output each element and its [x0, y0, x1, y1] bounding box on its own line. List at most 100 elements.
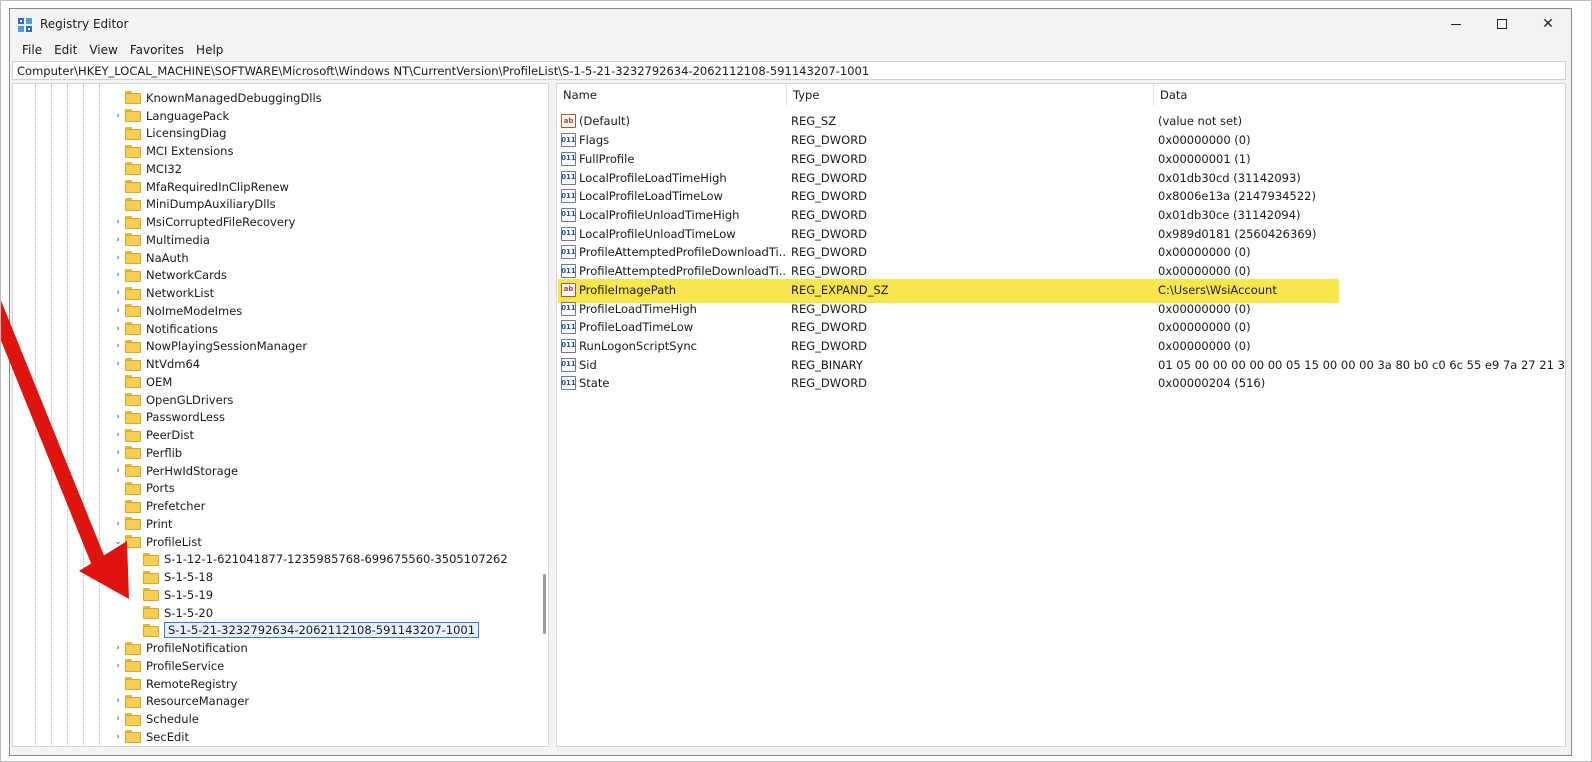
chevron-right-icon[interactable]: › [113, 519, 123, 529]
tree-item[interactable]: › Perflib [113, 444, 182, 462]
tree-scrollbar-thumb[interactable] [543, 574, 546, 634]
menu-view[interactable]: View [83, 43, 123, 57]
values-list-pane[interactable]: Name Type Data ab (Default) REG_SZ (value n… [556, 83, 1566, 747]
tree-item[interactable]: › Schedule [113, 710, 199, 728]
menu-edit[interactable]: Edit [48, 43, 83, 57]
tree-item[interactable]: Ports [113, 480, 175, 498]
tree-item[interactable]: S-1-5-19 [131, 586, 213, 604]
value-row[interactable]: ab ProfileImagePath REG_EXPAND_SZ C:\Users\… [557, 280, 1565, 299]
chevron-right-icon[interactable]: › [113, 111, 123, 121]
chevron-right-icon[interactable]: › [113, 466, 123, 476]
tree-item[interactable]: RemoteRegistry [113, 675, 237, 693]
chevron-right-icon [113, 483, 123, 493]
value-row[interactable]: 011 LocalProfileLoadTimeHigh REG_DWORD 0x01… [557, 168, 1565, 187]
value-row[interactable]: 011 ProfileLoadTimeHigh REG_DWORD 0x0000000… [557, 299, 1565, 318]
tree-item-label: ResourceManager [146, 694, 250, 709]
column-header-data[interactable]: Data [1154, 84, 1565, 106]
tree-item[interactable]: MiniDumpAuxiliaryDlls [113, 196, 276, 214]
value-row[interactable]: 011 ProfileAttemptedProfileDownloadTi... R… [557, 262, 1565, 281]
column-header-type[interactable]: Type [787, 84, 1154, 106]
chevron-right-icon[interactable]: › [113, 359, 123, 369]
tree-item[interactable]: S-1-5-18 [131, 568, 213, 586]
tree-item[interactable]: › LanguagePack [113, 107, 229, 125]
chevron-right-icon[interactable]: › [113, 306, 123, 316]
tree-item[interactable]: MCI32 [113, 160, 182, 178]
tree-item[interactable]: MfaRequiredInClipRenew [113, 178, 289, 196]
key-tree-pane[interactable]: KnownManagedDebuggingDlls › LanguagePack Li… [12, 83, 549, 747]
tree-item[interactable]: MCI Extensions [113, 142, 233, 160]
value-row[interactable]: 011 ProfileLoadTimeLow REG_DWORD 0x00000000… [557, 318, 1565, 337]
minimize-button[interactable] [1433, 9, 1479, 39]
value-row[interactable]: 011 Sid REG_BINARY 01 05 00 00 00 00 00 05 … [557, 355, 1565, 374]
value-data-cell: 0x00000000 (0) [1158, 264, 1251, 279]
value-row[interactable]: 011 Flags REG_DWORD 0x00000000 (0) [557, 131, 1565, 150]
tree-item[interactable]: › MsiCorruptedFileRecovery [113, 213, 295, 231]
tree-item[interactable]: › NetworkCards [113, 267, 227, 285]
chevron-right-icon[interactable]: › [113, 430, 123, 440]
chevron-right-icon[interactable]: › [113, 714, 123, 724]
value-row[interactable]: 011 FullProfile REG_DWORD 0x00000001 (1) [557, 149, 1565, 168]
tree-item[interactable]: Prefetcher [113, 497, 205, 515]
tree-item[interactable]: › NowPlayingSessionManager [113, 338, 307, 356]
tree-item[interactable]: LicensingDiag [113, 125, 226, 143]
folder-icon [125, 730, 141, 744]
tree-item[interactable]: › SecEdit [113, 728, 189, 746]
chevron-right-icon[interactable]: › [113, 288, 123, 298]
menu-favorites[interactable]: Favorites [124, 43, 190, 57]
address-bar[interactable]: Computer\HKEY_LOCAL_MACHINE\SOFTWARE\Mic… [12, 61, 1566, 80]
tree-item[interactable]: S-1-5-20 [131, 604, 213, 622]
tree-item[interactable]: › PerHwIdStorage [113, 462, 238, 480]
value-data-cell: 0x00000000 (0) [1158, 338, 1251, 353]
value-row[interactable]: 011 LocalProfileUnloadTimeHigh REG_DWORD 0x… [557, 206, 1565, 225]
value-row[interactable]: 011 LocalProfileLoadTimeLow REG_DWORD 0x800… [557, 187, 1565, 206]
chevron-right-icon[interactable]: › [113, 341, 123, 351]
tree-item[interactable]: › ProfileNotification [113, 639, 248, 657]
value-row[interactable]: 011 ProfileAttemptedProfileDownloadTi... R… [557, 243, 1565, 262]
menu-file[interactable]: File [16, 43, 48, 57]
tree-item[interactable]: › NaAuth [113, 249, 188, 267]
tree-item[interactable]: KnownManagedDebuggingDlls [113, 89, 322, 107]
chevron-right-icon[interactable]: › [113, 217, 123, 227]
value-row[interactable]: ab (Default) REG_SZ (value not set) [557, 112, 1565, 131]
tree-item[interactable]: › ResourceManager [113, 693, 249, 711]
chevron-right-icon[interactable]: › [113, 696, 123, 706]
tree-item[interactable]: › ProfileService [113, 657, 224, 675]
tree-item[interactable]: › Multimedia [113, 231, 210, 249]
tree-item[interactable]: S-1-12-1-621041877-1235985768-699675560-… [131, 551, 508, 569]
folder-icon [125, 233, 141, 247]
tree-item[interactable]: › NtVdm64 [113, 355, 200, 373]
chevron-right-icon[interactable]: › [113, 732, 123, 742]
title-bar[interactable]: Registry Editor ✕ [10, 9, 1571, 39]
folder-icon [125, 659, 141, 673]
chevron-right-icon[interactable]: › [113, 412, 123, 422]
chevron-right-icon[interactable]: › [113, 448, 123, 458]
menu-help[interactable]: Help [190, 43, 229, 57]
tree-item[interactable]: › NoImeModeImes [113, 302, 242, 320]
binary-value-icon: 011 [561, 376, 576, 391]
column-header-name[interactable]: Name [557, 84, 787, 106]
tree-item-label: SecEdit [146, 729, 189, 744]
value-row[interactable]: 011 RunLogonScriptSync REG_DWORD 0x00000000… [557, 337, 1565, 356]
tree-item[interactable]: OEM [113, 373, 172, 391]
tree-item[interactable]: › PasswordLess [113, 409, 225, 427]
folder-icon [125, 694, 141, 708]
chevron-right-icon[interactable]: › [113, 270, 123, 280]
chevron-right-icon[interactable]: › [113, 643, 123, 653]
tree-item[interactable]: ⌄ ProfileList [113, 533, 202, 551]
chevron-right-icon[interactable]: › [113, 324, 123, 334]
chevron-right-icon[interactable]: › [113, 661, 123, 671]
value-row[interactable]: 011 State REG_DWORD 0x00000204 (516) [557, 374, 1565, 393]
value-row[interactable]: 011 LocalProfileUnloadTimeLow REG_DWORD 0x9… [557, 224, 1565, 243]
value-name-cell: 011 ProfileAttemptedProfileDownloadTi... [561, 262, 785, 281]
tree-item[interactable]: OpenGLDrivers [113, 391, 233, 409]
tree-item[interactable]: › NetworkList [113, 284, 214, 302]
tree-item[interactable]: › PeerDist [113, 426, 194, 444]
chevron-right-icon[interactable]: › [113, 235, 123, 245]
tree-item[interactable]: › Print [113, 515, 172, 533]
chevron-down-icon[interactable]: ⌄ [113, 537, 123, 547]
chevron-right-icon[interactable]: › [113, 253, 123, 263]
maximize-button[interactable] [1479, 9, 1525, 39]
tree-item[interactable]: › Notifications [113, 320, 218, 338]
close-button[interactable]: ✕ [1525, 9, 1571, 39]
tree-item[interactable]: S-1-5-21-3232792634-2062112108-591143207… [131, 622, 480, 640]
